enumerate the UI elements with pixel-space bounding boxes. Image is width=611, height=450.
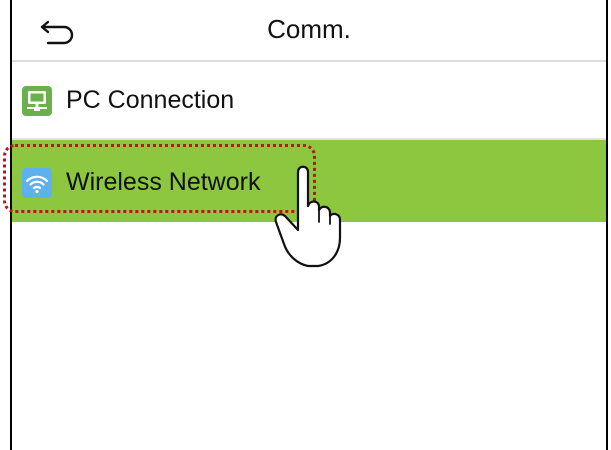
menu-item-label: Wireless Network xyxy=(66,168,261,196)
wifi-icon xyxy=(22,168,52,198)
pc-connection-icon xyxy=(22,86,52,116)
page-title: Comm. xyxy=(267,14,351,44)
menu-item-label: PC Connection xyxy=(66,86,235,114)
device-screen: Comm. PC Connection Wireless Network xyxy=(10,0,608,450)
menu-item-wireless-network[interactable]: Wireless Network xyxy=(12,140,606,222)
header-bar: Comm. xyxy=(12,0,606,62)
menu-item-pc-connection[interactable]: PC Connection xyxy=(12,62,606,140)
